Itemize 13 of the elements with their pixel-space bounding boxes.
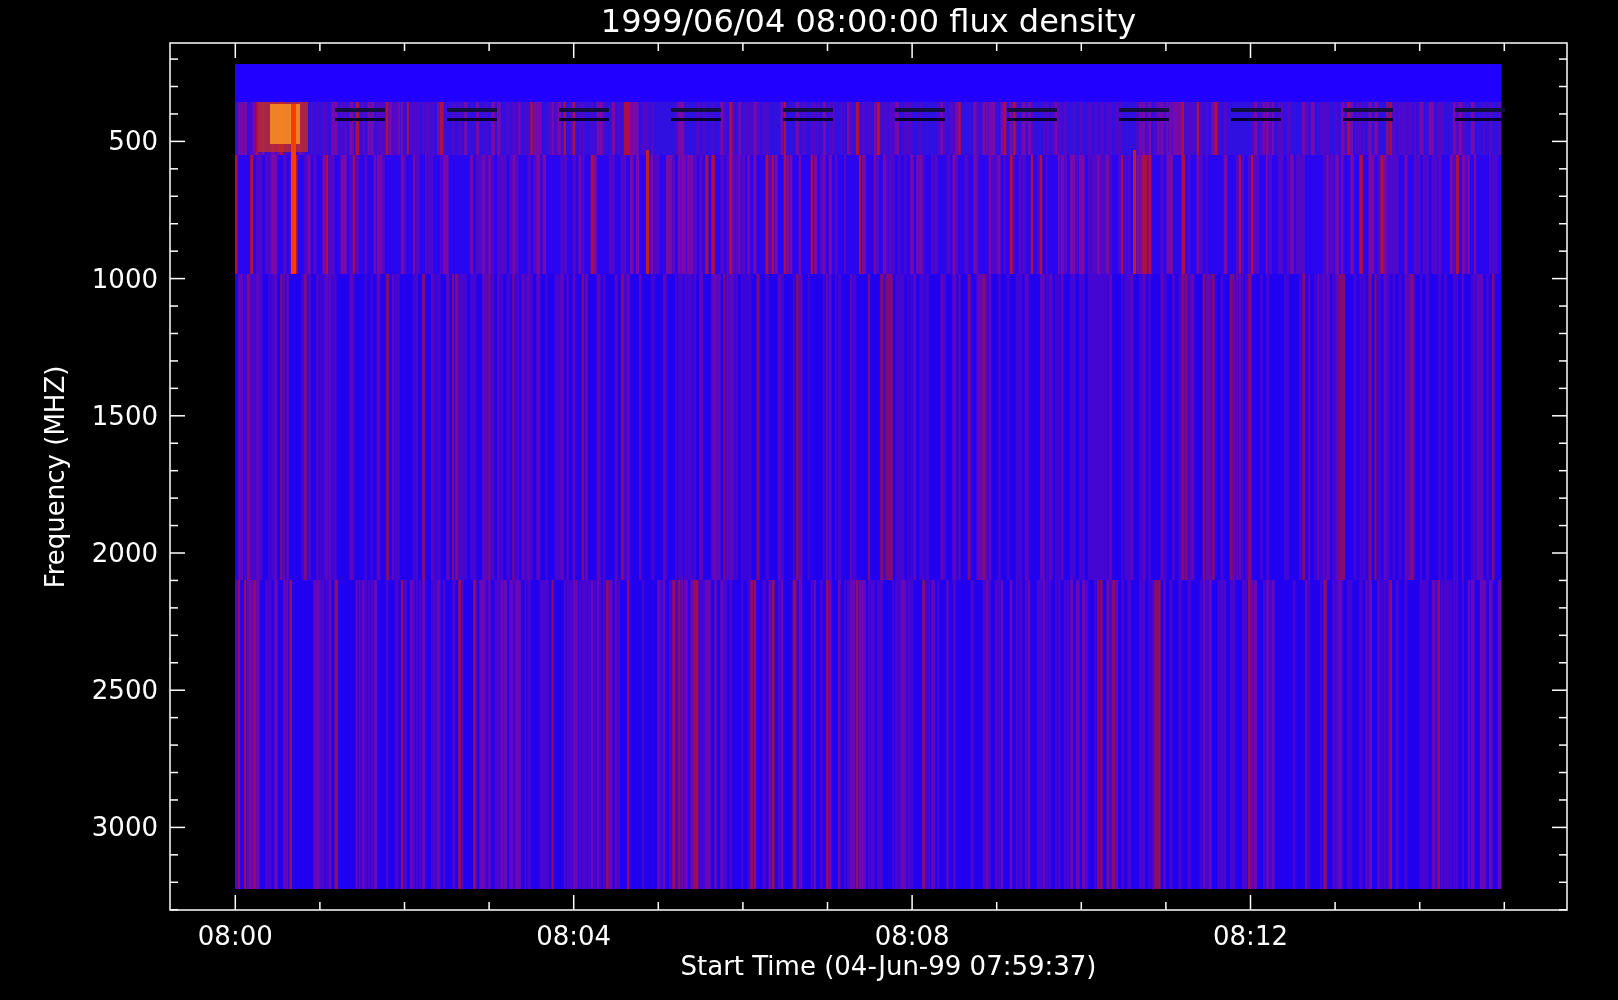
x-tick-label: 08:04: [536, 921, 612, 951]
x-tick-label: 08:08: [874, 921, 950, 951]
x-tick-label: 08:12: [1213, 921, 1288, 951]
y-tick-label: 2000: [91, 538, 158, 568]
y-tick-label: 2500: [91, 675, 158, 706]
y-tick-label: 1500: [91, 400, 158, 431]
x-tick-label: 08:00: [197, 921, 273, 951]
x-axis-label: Start Time (04-Jun-99 07:59:37): [680, 951, 1097, 981]
y-tick-label: 1000: [91, 263, 158, 294]
y-tick-label: 500: [108, 126, 158, 157]
y-axis-label: Frequency (MHZ): [40, 365, 70, 589]
y-tick-label: 3000: [91, 812, 158, 843]
chart-title: 1999/06/04 08:00:00 flux density: [600, 2, 1137, 40]
